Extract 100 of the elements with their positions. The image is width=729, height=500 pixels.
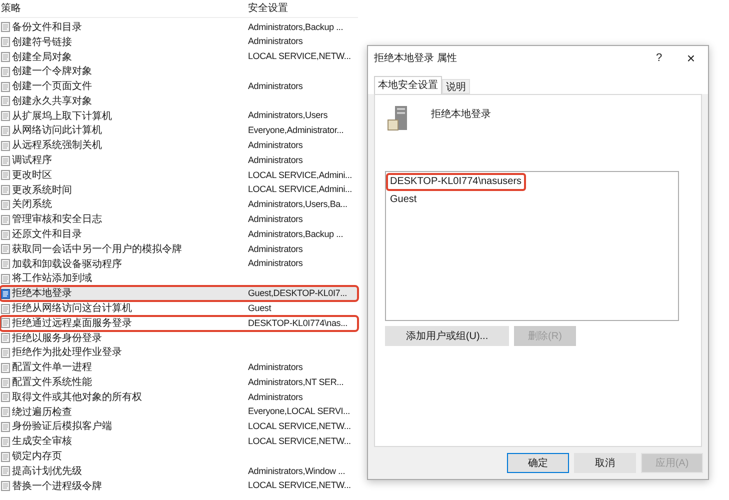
policy-name: 拒绝以服务身份登录 bbox=[12, 332, 102, 346]
security-setting: Administrators,Users,Ba... bbox=[248, 198, 348, 212]
policy-name: 创建永久共享对象 bbox=[12, 94, 92, 109]
policy-name: 获取同一会话中另一个用户的模拟令牌 bbox=[12, 242, 182, 257]
policy-row[interactable]: 还原文件和目录 Administrators,Backup ... bbox=[0, 227, 358, 242]
policy-row[interactable]: 生成安全审核 LOCAL SERVICE,NETW... bbox=[0, 434, 358, 450]
security-setting: LOCAL SERVICE,NETW... bbox=[248, 434, 351, 448]
policy-row[interactable]: 从网络访问此计算机 Everyone,Administrator... bbox=[0, 124, 358, 138]
policy-icon bbox=[1, 288, 10, 299]
security-setting: LOCAL SERVICE,NETW... bbox=[248, 50, 351, 64]
policy-name: 创建一个令牌对象 bbox=[12, 64, 92, 80]
policy-row[interactable]: 将工作站添加到域 bbox=[0, 272, 358, 286]
policy-name: 调试程序 bbox=[12, 154, 52, 168]
policy-row[interactable]: 配置文件系统性能 Administrators,NT SER... bbox=[0, 375, 358, 390]
policy-name: 更改系统时间 bbox=[12, 184, 72, 198]
policy-row[interactable]: 调试程序 Administrators bbox=[0, 153, 358, 168]
policy-name: 身份验证后模拟客户端 bbox=[12, 420, 112, 434]
policy-row[interactable]: 加载和卸载设备驱动程序 Administrators bbox=[0, 256, 358, 272]
policy-row[interactable]: 从扩展坞上取下计算机 Administrators,Users bbox=[0, 108, 358, 124]
policy-name: 锁定内存页 bbox=[12, 450, 62, 464]
policy-name: 创建一个页面文件 bbox=[12, 80, 92, 94]
policy-row[interactable]: 创建一个令牌对象 bbox=[0, 64, 358, 80]
policy-row[interactable]: 更改时区 LOCAL SERVICE,Admini... bbox=[0, 168, 358, 183]
policy-name: 创建符号链接 bbox=[12, 36, 72, 50]
policy-row[interactable]: 拒绝从网络访问这台计算机 Guest bbox=[0, 301, 358, 316]
security-setting: Administrators bbox=[248, 257, 303, 270]
policy-name: 拒绝通过远程桌面服务登录 bbox=[12, 316, 132, 331]
policy-row[interactable]: 绕过遍历检查 Everyone,LOCAL SERVI... bbox=[0, 404, 358, 420]
policy-name: 从扩展坞上取下计算机 bbox=[12, 110, 112, 124]
tab[interactable]: 说明 bbox=[442, 79, 470, 94]
policy-name: 更改时区 bbox=[12, 168, 52, 183]
security-setting: Everyone,Administrator... bbox=[248, 124, 344, 138]
security-setting: Administrators bbox=[248, 80, 303, 93]
policy-name: 拒绝从网络访问这台计算机 bbox=[12, 302, 132, 316]
policy-row[interactable]: 拒绝以服务身份登录 bbox=[0, 330, 358, 346]
policy-row[interactable]: 获取同一会话中另一个用户的模拟令牌 Administrators bbox=[0, 242, 358, 257]
policy-row[interactable]: 创建符号链接 Administrators bbox=[0, 34, 358, 50]
policy-name: 提高计划优先级 bbox=[12, 464, 82, 479]
policy-name: 配置文件单一进程 bbox=[12, 360, 92, 376]
policy-name: 拒绝作为批处理作业登录 bbox=[12, 346, 122, 360]
policy-row[interactable]: 管理审核和安全日志 Administrators bbox=[0, 212, 358, 228]
security-setting: Administrators bbox=[248, 139, 303, 152]
policy-row[interactable]: 拒绝本地登录 Guest,DESKTOP-KL0I7... bbox=[0, 286, 358, 302]
policy-row[interactable]: 拒绝作为批处理作业登录 bbox=[0, 346, 358, 360]
policy-title: 拒绝本地登录 bbox=[431, 108, 491, 122]
policy-name: 绕过遍历检查 bbox=[12, 406, 72, 420]
policy-name: 生成安全审核 bbox=[12, 434, 72, 450]
policy-row[interactable]: 身份验证后模拟客户端 LOCAL SERVICE,NETW... bbox=[0, 420, 358, 434]
policy-name: 取得文件或其他对象的所有权 bbox=[12, 390, 142, 405]
security-setting: Administrators bbox=[248, 242, 303, 256]
policy-name: 从远程系统强制关机 bbox=[12, 138, 102, 154]
policy-name: 替换一个进程级令牌 bbox=[12, 480, 102, 494]
dialog-button[interactable]: 确定 bbox=[507, 453, 569, 473]
security-setting: Administrators bbox=[248, 154, 303, 167]
policy-name: 配置文件系统性能 bbox=[12, 376, 92, 390]
member-item[interactable]: DESKTOP-KL0I774\nasusers bbox=[386, 173, 526, 191]
security-setting: LOCAL SERVICE,NETW... bbox=[248, 479, 351, 492]
security-setting: Administrators,NT SER... bbox=[248, 376, 344, 389]
security-setting: LOCAL SERVICE,NETW... bbox=[248, 420, 351, 434]
column-header[interactable]: 策略 bbox=[0, 1, 248, 16]
policy-name: 拒绝本地登录 bbox=[12, 286, 72, 302]
tab[interactable]: 本地安全设置 bbox=[374, 76, 442, 94]
security-setting: Administrators,Window ... bbox=[248, 464, 346, 478]
policy-row[interactable]: 配置文件单一进程 Administrators bbox=[0, 360, 358, 376]
policy-row[interactable]: 取得文件或其他对象的所有权 Administrators bbox=[0, 390, 358, 405]
security-setting: Administrators bbox=[248, 360, 303, 374]
policy-row[interactable]: 创建永久共享对象 bbox=[0, 94, 358, 109]
policy-name: 还原文件和目录 bbox=[12, 228, 82, 242]
policy-row[interactable]: 备份文件和目录 Administrators,Backup ... bbox=[0, 20, 358, 35]
policy-row[interactable]: 创建一个页面文件 Administrators bbox=[0, 79, 358, 94]
members-list[interactable]: DESKTOP-KL0I774\nasusers Guest bbox=[385, 171, 679, 321]
policy-name: 加载和卸载设备驱动程序 bbox=[12, 258, 122, 272]
dialog-button[interactable]: 取消 bbox=[574, 453, 636, 473]
help-button[interactable]: ? bbox=[644, 50, 674, 66]
policy-row[interactable]: 替换一个进程级令牌 LOCAL SERVICE,NETW... bbox=[0, 478, 358, 494]
list-button[interactable]: 添加用户或组(U)... bbox=[385, 326, 509, 346]
security-setting: DESKTOP-KL0I774\nas... bbox=[248, 316, 348, 330]
policy-row[interactable]: 从远程系统强制关机 Administrators bbox=[0, 138, 358, 154]
security-setting: Administrators,Users bbox=[248, 109, 328, 122]
policy-row[interactable]: 更改系统时间 LOCAL SERVICE,Admini... bbox=[0, 182, 358, 198]
dialog-title: 拒绝本地登录 属性 bbox=[374, 52, 458, 66]
security-setting: Administrators bbox=[248, 213, 303, 226]
security-setting: Administrators bbox=[248, 390, 303, 404]
server-icon bbox=[387, 105, 409, 131]
policy-row[interactable]: 提高计划优先级 Administrators,Window ... bbox=[0, 464, 358, 479]
policy-name: 备份文件和目录 bbox=[12, 20, 82, 35]
policy-row[interactable]: 关闭系统 Administrators,Users,Ba... bbox=[0, 198, 358, 212]
security-setting: LOCAL SERVICE,Admini... bbox=[248, 168, 352, 182]
close-button[interactable]: × bbox=[674, 48, 708, 68]
member-item[interactable]: Guest bbox=[386, 191, 421, 209]
policy-row[interactable]: 创建全局对象 LOCAL SERVICE,NETW... bbox=[0, 50, 358, 64]
policy-row[interactable]: 锁定内存页 bbox=[0, 449, 358, 464]
security-setting: LOCAL SERVICE,Admini... bbox=[248, 183, 352, 196]
policy-name: 关闭系统 bbox=[12, 198, 52, 212]
policy-name: 将工作站添加到域 bbox=[12, 272, 92, 286]
policy-name: 从网络访问此计算机 bbox=[12, 124, 102, 138]
column-header[interactable]: 安全设置 bbox=[248, 1, 288, 16]
policy-row[interactable]: 拒绝通过远程桌面服务登录 DESKTOP-KL0I774\nas... bbox=[0, 316, 358, 331]
security-setting: Administrators,Backup ... bbox=[248, 20, 344, 34]
policy-name: 管理审核和安全日志 bbox=[12, 212, 102, 228]
